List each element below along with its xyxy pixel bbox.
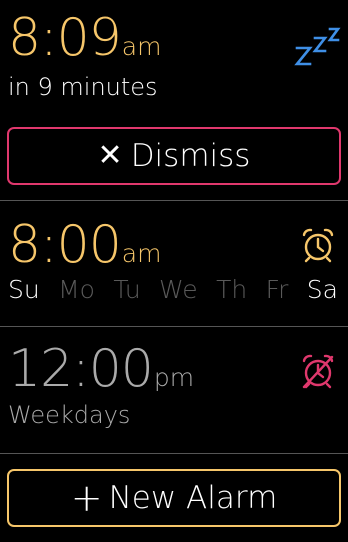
alarm-clock-off-icon[interactable] [299, 352, 337, 394]
day-saturday: Sa [306, 275, 338, 304]
snoozed-alarm-time: 8:09 am [8, 12, 161, 64]
new-alarm-button-label: New Alarm [108, 480, 278, 516]
close-icon: ✕ [97, 138, 123, 173]
new-alarm-button[interactable]: + New Alarm [7, 469, 341, 527]
snoozed-alarm-hour: 8:09 [8, 8, 122, 68]
alarm-period: am [121, 239, 162, 268]
day-monday: Mo [58, 275, 95, 304]
alarm-hour: 8:00 [8, 215, 122, 275]
day-wednesday: We [159, 275, 198, 304]
snoozed-alarm: 8:09 am in 9 minutes [0, 0, 348, 120]
alarm-repeat-label: Weekdays [8, 401, 131, 429]
day-sunday: Su [8, 275, 40, 304]
snooze-countdown: in 9 minutes [8, 73, 158, 101]
day-tuesday: Tu [113, 275, 141, 304]
snoozed-alarm-period: am [121, 32, 162, 61]
dismiss-button[interactable]: ✕ Dismiss [7, 127, 341, 185]
alarm-period: pm [153, 363, 195, 392]
plus-icon: + [70, 476, 103, 520]
alarm-item-1200[interactable]: 12:00 pm Weekdays [0, 327, 348, 453]
alarm-item-0800[interactable]: 8:00 am Su Mo Tu We Th Fr Sa [0, 201, 348, 326]
day-friday: Fr [265, 275, 289, 304]
dismiss-button-label: Dismiss [130, 138, 251, 174]
alarm-time: 12:00 pm [8, 343, 194, 395]
day-thursday: Th [216, 275, 248, 304]
alarm-clock-on-icon[interactable] [299, 226, 337, 268]
divider [0, 453, 348, 454]
snooze-zzz-icon [293, 24, 341, 72]
alarm-time: 8:00 am [8, 219, 161, 271]
alarm-repeat-days: Su Mo Tu We Th Fr Sa [8, 275, 338, 304]
alarm-hour: 12:00 [8, 339, 154, 399]
